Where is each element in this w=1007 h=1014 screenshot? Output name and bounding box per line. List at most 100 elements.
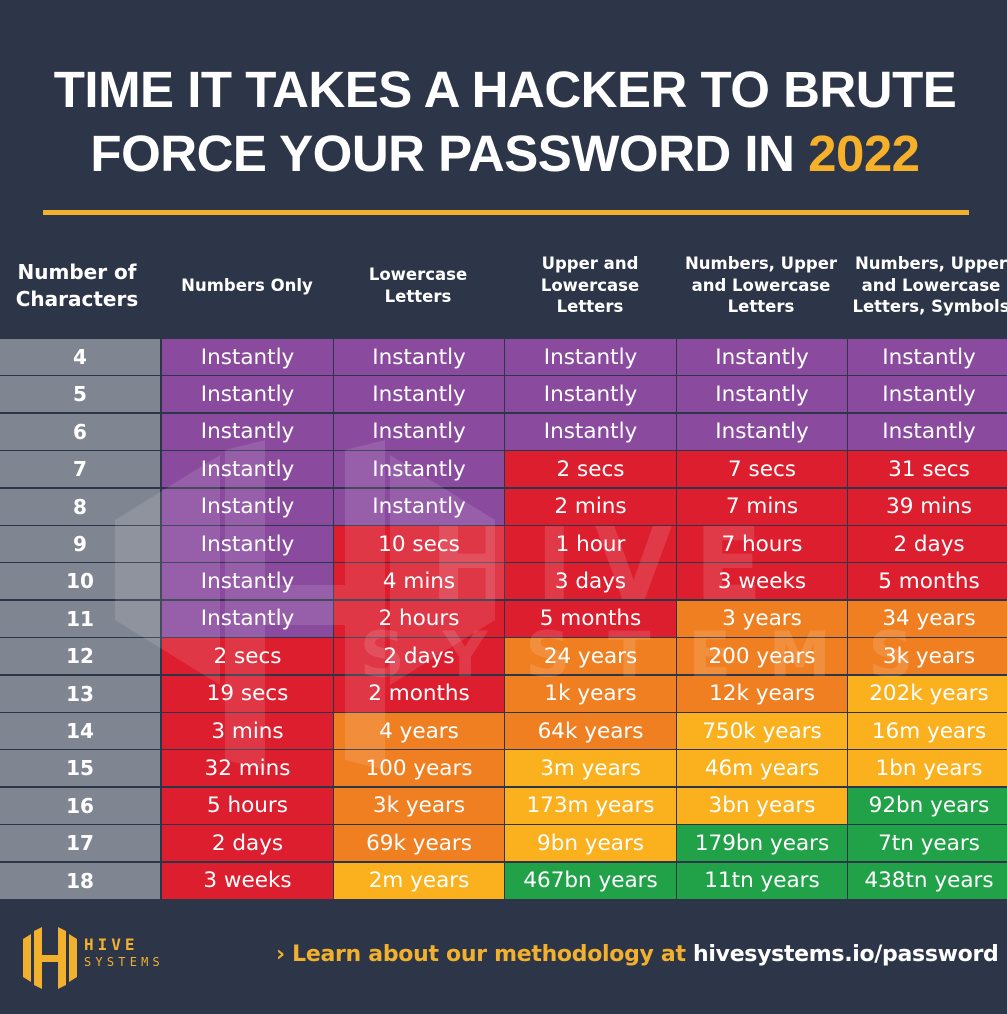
page-title: TIME IT TAKES A HACKER TO BRUTE FORCE YO…	[0, 58, 1007, 186]
column-header-line: Lowercase	[368, 265, 468, 284]
table-row: 7 Instantly Instantly 2 secs 7 secs 31 secs	[0, 451, 1007, 489]
character-count-cell: 17	[0, 825, 160, 863]
time-cell-red: 2 hours	[334, 600, 505, 638]
column-header-5: Numbers, Upper and Lowercase Letters, Symb…	[831, 238, 1007, 333]
time-cell-red: 7 secs	[677, 451, 848, 489]
character-count-cell: 6	[0, 413, 160, 451]
time-cell-red: 2 days	[848, 526, 1007, 563]
character-count-cell: 15	[0, 750, 160, 788]
time-cell-yellow: 202k years	[848, 675, 1007, 713]
time-cell-red: 2 secs	[162, 638, 334, 676]
time-cell-red: 5 months	[505, 600, 677, 638]
time-cell-red: 32 mins	[162, 750, 334, 788]
column-header-line: Letters	[727, 297, 795, 317]
time-cell-red: 5 hours	[162, 787, 334, 825]
time-cell-purple: Instantly	[848, 413, 1007, 451]
character-count-cell: 13	[0, 675, 160, 713]
time-cell-red: 2 days	[162, 825, 334, 863]
table-row: 10 Instantly 4 mins 3 days 3 weeks 5 months	[0, 563, 1007, 601]
time-cell-purple: Instantly	[677, 376, 848, 414]
time-cell-yellow: 16m years	[848, 713, 1007, 750]
time-cell-orange: 4 years	[334, 713, 505, 750]
time-cell-orange: 200 years	[677, 638, 848, 676]
column-header-line: Letters	[556, 297, 624, 317]
time-cell-red: 39 mins	[848, 488, 1007, 526]
table-row: 6 Instantly Instantly Instantly Instantly Ins…	[0, 413, 1007, 451]
time-cell-yellow: 3bn years	[677, 787, 848, 825]
column-header-text: Upper and Lowercase Letters	[541, 253, 639, 318]
time-cell-purple: Instantly	[162, 376, 334, 414]
time-cell-red: 1 hour	[505, 526, 677, 563]
time-cell-orange: 3k years	[848, 638, 1007, 676]
time-cell-orange: 1k years	[505, 675, 677, 713]
logo-line-1: HIVE	[84, 935, 139, 954]
time-cell-red: 4 mins	[334, 563, 505, 601]
column-header-3: Upper and Lowercase Letters	[490, 238, 690, 333]
time-cell-green: 11tn years	[677, 862, 848, 900]
time-cell-purple: Instantly	[334, 376, 505, 414]
time-cell-purple: Instantly	[162, 339, 334, 376]
table-row: 9 Instantly 10 secs 1 hour 7 hours 2 days	[0, 526, 1007, 563]
time-cell-green: 467bn years	[505, 862, 677, 900]
time-cell-purple: Instantly	[505, 413, 677, 451]
title-divider	[43, 210, 969, 215]
character-count-cell: 14	[0, 713, 160, 750]
time-cell-red: 5 months	[848, 563, 1007, 601]
time-cell-purple: Instantly	[162, 451, 334, 489]
time-cell-yellow: 1bn years	[848, 750, 1007, 788]
time-cell-orange: 12k years	[677, 675, 848, 713]
character-count-cell: 12	[0, 638, 160, 676]
logo-wordmark: HIVE SYSTEMS	[84, 936, 164, 970]
time-cell-orange: 64k years	[505, 713, 677, 750]
table-row: 5 Instantly Instantly Instantly Instantly Ins…	[0, 376, 1007, 414]
hive-systems-logo-icon	[23, 927, 77, 989]
time-cell-yellow: 2m years	[334, 862, 505, 900]
time-cell-orange: 3k years	[334, 787, 505, 825]
methodology-url[interactable]: hivesystems.io/password	[693, 942, 999, 967]
time-cell-purple: Instantly	[162, 413, 334, 451]
time-cell-red: 3 weeks	[677, 563, 848, 601]
time-cell-orange: 24 years	[505, 638, 677, 676]
time-cell-red: 2 secs	[505, 451, 677, 489]
character-count-cell: 10	[0, 563, 160, 601]
column-header-line: Numbers, Upper	[684, 254, 838, 274]
time-cell-purple: Instantly	[162, 600, 334, 638]
character-count-cell: 18	[0, 862, 160, 900]
time-cell-orange: 69k years	[334, 825, 505, 863]
table-row: 15 32 mins 100 years 3m years 46m years 1bn y…	[0, 750, 1007, 788]
time-cell-red: 2 mins	[505, 488, 677, 526]
time-cell-red: 31 secs	[848, 451, 1007, 489]
time-cell-yellow: 750k years	[677, 713, 848, 750]
time-cell-purple: Instantly	[848, 376, 1007, 414]
time-cell-green: 438tn years	[848, 862, 1007, 900]
column-header-line: Numbers Only	[181, 275, 313, 295]
time-cell-yellow: 3m years	[505, 750, 677, 788]
column-header-1: Numbers Only	[147, 238, 347, 333]
time-cell-red: 19 secs	[162, 675, 334, 713]
time-cell-yellow: 173m years	[505, 787, 677, 825]
time-cell-purple: Instantly	[505, 376, 677, 414]
time-cell-purple: Instantly	[505, 339, 677, 376]
time-cell-red: 2 months	[334, 675, 505, 713]
methodology-link[interactable]: › Learn about our methodology at hivesys…	[276, 942, 999, 967]
character-count-cell: 9	[0, 526, 160, 563]
time-cell-green: 7tn years	[848, 825, 1007, 863]
time-cell-red: 3 weeks	[162, 862, 334, 900]
time-cell-green: 179bn years	[677, 825, 848, 863]
time-cell-purple: Instantly	[677, 339, 848, 376]
time-cell-purple: Instantly	[334, 451, 505, 489]
table-row: 16 5 hours 3k years 173m years 3bn years 92bn…	[0, 787, 1007, 825]
character-count-cell: 11	[0, 600, 160, 638]
column-header-2: Lowercase Letters	[318, 238, 518, 333]
character-count-cell: 16	[0, 787, 160, 825]
column-header-text: Numbers, Upper and Lowercase Letters	[685, 253, 837, 318]
character-count-cell: 8	[0, 488, 160, 526]
column-header-line: Characters	[15, 286, 139, 311]
table-row: 12 2 secs 2 days 24 years 200 years 3k years	[0, 638, 1007, 676]
column-header-line: Upper and	[541, 254, 639, 274]
column-header-text: Number of Characters	[16, 259, 139, 313]
table-row: 13 19 secs 2 months 1k years 12k years 202k y…	[0, 675, 1007, 713]
title-year: 2022	[808, 125, 920, 182]
table-row: 11 Instantly 2 hours 5 months 3 years 34 year…	[0, 600, 1007, 638]
column-header-text: Numbers Only	[181, 275, 313, 297]
